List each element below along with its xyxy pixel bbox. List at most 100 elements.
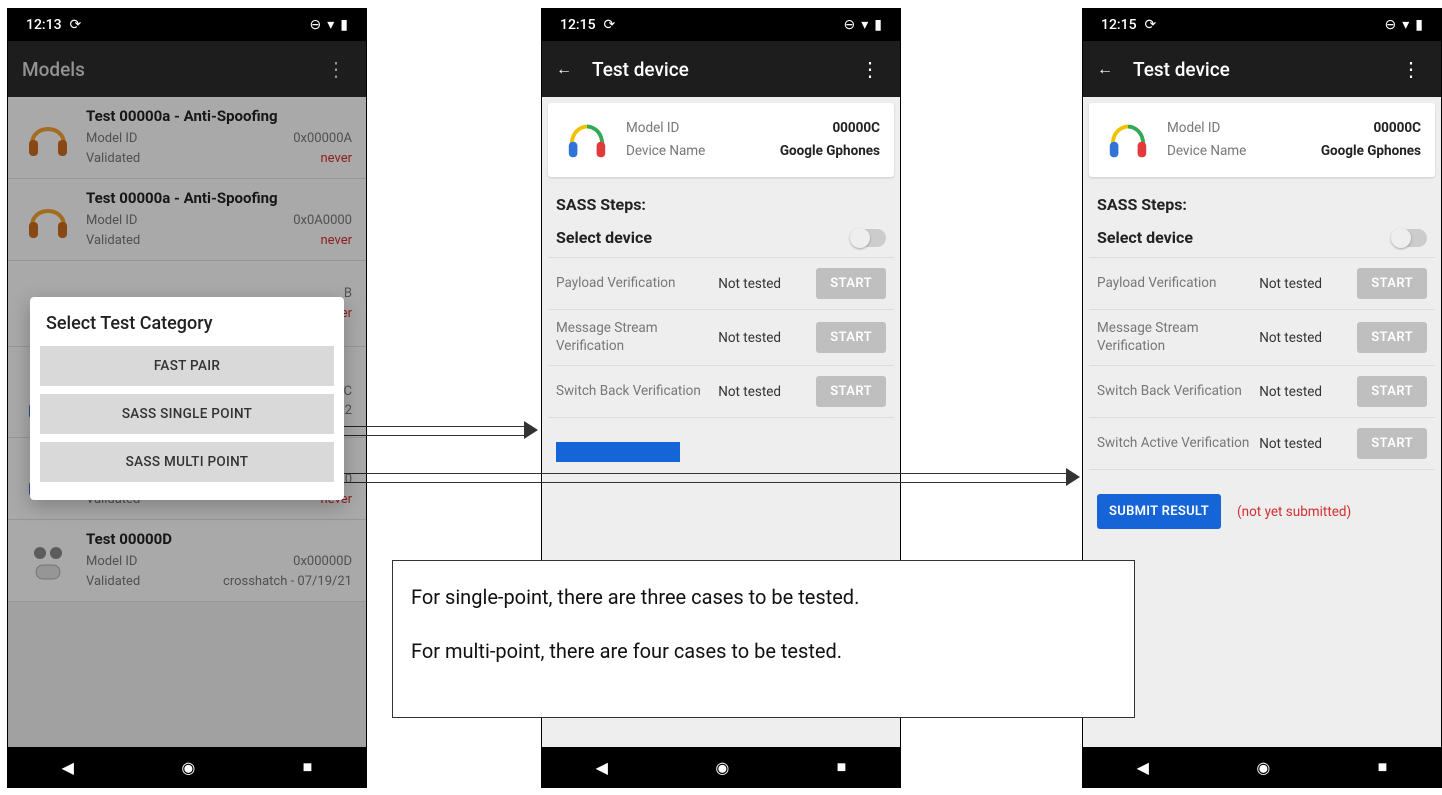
model-item: Test 00000D Model ID0x00000D Validatedcr… (8, 520, 366, 602)
phone-models: 12:13 ⟳ ⊖ ▾ ▮ Models ⋮ Test 00000a - Ant… (7, 8, 367, 788)
submit-row: SUBMIT RESULT x (556, 442, 886, 462)
model-item: Test 00000a - Anti-Spoofing Model ID0x0A… (8, 179, 366, 261)
test-row: Payload Verification Not tested START (548, 257, 894, 310)
android-nav-bar: ◀ ◉ ■ (8, 747, 366, 787)
nav-home-icon[interactable]: ◉ (715, 758, 729, 777)
start-button[interactable]: START (816, 322, 886, 353)
model-id-label: Model ID (626, 117, 679, 140)
sass-steps-title: SASS Steps: (556, 195, 886, 214)
phone-test-device-multi: 12:15 ⟳ ⊖ ▾ ▮ ← Test device ⋮ Model ID00… (1082, 8, 1442, 788)
battery-icon: ▮ (1415, 17, 1423, 33)
fast-pair-button[interactable]: FAST PAIR (40, 346, 334, 386)
overflow-menu-icon[interactable]: ⋮ (1395, 51, 1427, 87)
model-name: Test 00000a - Anti-Spoofing (86, 189, 352, 207)
note-line-2: For multi-point, there are four cases to… (411, 637, 1116, 665)
dnd-icon: ⊖ (844, 17, 856, 33)
nav-recent-icon[interactable]: ■ (837, 757, 847, 777)
sass-single-point-button[interactable]: SASS SINGLE POINT (40, 394, 334, 434)
sync-icon: ⟳ (1145, 17, 1157, 33)
test-row: Message Stream Verification Not tested S… (548, 310, 894, 366)
test-row: Payload Verification Not tested START (1089, 257, 1435, 310)
sass-steps-title: SASS Steps: (1097, 195, 1427, 214)
test-name: Payload Verification (556, 275, 710, 293)
android-nav-bar: ◀ ◉ ■ (1083, 747, 1441, 787)
back-arrow-icon[interactable]: ← (1097, 59, 1113, 79)
battery-icon: ▮ (874, 17, 882, 33)
status-bar: 12:13 ⟳ ⊖ ▾ ▮ (8, 9, 366, 41)
earbuds-icon (22, 535, 74, 587)
sync-icon: ⟳ (70, 17, 82, 33)
start-button[interactable]: START (816, 268, 886, 299)
annotation-note: For single-point, there are three cases … (392, 560, 1135, 718)
model-id-label: Model ID (86, 129, 137, 149)
start-button[interactable]: START (1357, 268, 1427, 299)
arrow-multi-to-phone3 (332, 470, 1080, 484)
status-time: 12:15 (1101, 17, 1137, 33)
nav-recent-icon[interactable]: ■ (1378, 757, 1388, 777)
select-test-category-dialog: Select Test Category FAST PAIR SASS SING… (30, 297, 344, 500)
headphones-icon (562, 115, 612, 165)
test-row: Switch Active Verification Not tested ST… (1089, 418, 1435, 470)
select-device-toggle[interactable] (1393, 229, 1427, 247)
sync-icon: ⟳ (604, 17, 616, 33)
nav-back-icon[interactable]: ◀ (596, 758, 608, 777)
nav-home-icon[interactable]: ◉ (1256, 758, 1270, 777)
overflow-menu-icon[interactable]: ⋮ (854, 51, 886, 87)
dnd-icon: ⊖ (1385, 17, 1397, 33)
submit-status: (not yet submitted) (1237, 504, 1351, 520)
overflow-menu-icon[interactable]: ⋮ (320, 51, 352, 87)
test-row: Message Stream Verification Not tested S… (1089, 310, 1435, 366)
note-line-1: For single-point, there are three cases … (411, 583, 1116, 611)
wifi-icon: ▾ (1402, 17, 1409, 33)
headphones-icon (1103, 115, 1153, 165)
dialog-title: Select Test Category (46, 313, 328, 334)
nav-home-icon[interactable]: ◉ (181, 758, 195, 777)
select-device-toggle[interactable] (852, 229, 886, 247)
model-id-value: 00000C (832, 117, 880, 140)
status-time: 12:15 (560, 17, 596, 33)
start-button[interactable]: START (1357, 322, 1427, 353)
headphones-icon (22, 112, 74, 164)
page-title: Test device (592, 58, 834, 81)
status-bar: 12:15 ⟳ ⊖ ▾ ▮ (542, 9, 900, 41)
device-name-value: Google Gphones (780, 140, 880, 163)
start-button[interactable]: START (1357, 376, 1427, 407)
start-button[interactable]: START (1357, 428, 1427, 459)
submit-row: SUBMIT RESULT (not yet submitted) (1097, 494, 1427, 529)
model-item: Test 00000a - Anti-Spoofing Model ID 0x00… (8, 97, 366, 179)
test-status: Not tested (718, 276, 808, 292)
validated-value: never (320, 149, 352, 169)
battery-icon: ▮ (340, 17, 348, 33)
select-device-label: Select device (556, 228, 652, 247)
submit-result-button[interactable]: SUBMIT RESULT (556, 442, 680, 462)
nav-recent-icon[interactable]: ■ (303, 757, 313, 777)
dnd-icon: ⊖ (310, 17, 322, 33)
android-nav-bar: ◀ ◉ ■ (542, 747, 900, 787)
app-bar: Models ⋮ (8, 41, 366, 97)
page-title: Test device (1133, 58, 1375, 81)
model-name: Test 00000a - Anti-Spoofing (86, 107, 352, 125)
device-name-label: Device Name (626, 140, 705, 163)
start-button[interactable]: START (816, 376, 886, 407)
test-row: Switch Back Verification Not tested STAR… (1089, 366, 1435, 418)
test-device-body: Model ID00000C Device NameGoogle Gphones… (1083, 97, 1441, 747)
status-bar: 12:15 ⟳ ⊖ ▾ ▮ (1083, 9, 1441, 41)
headphones-icon (22, 194, 74, 246)
app-bar: ← Test device ⋮ (1083, 41, 1441, 97)
page-title: Models (22, 58, 300, 81)
nav-back-icon[interactable]: ◀ (62, 758, 74, 777)
arrow-single-to-phone2 (332, 423, 538, 437)
device-info-card: Model ID00000C Device NameGoogle Gphones (1089, 103, 1435, 177)
sass-multi-point-button[interactable]: SASS MULTI POINT (40, 442, 334, 482)
submit-result-button[interactable]: SUBMIT RESULT (1097, 494, 1221, 529)
back-arrow-icon[interactable]: ← (556, 59, 572, 79)
app-bar: ← Test device ⋮ (542, 41, 900, 97)
select-device-label: Select device (1097, 228, 1193, 247)
wifi-icon: ▾ (861, 17, 868, 33)
validated-label: Validated (86, 149, 140, 169)
test-row: Switch Back Verification Not tested STAR… (548, 366, 894, 418)
nav-back-icon[interactable]: ◀ (1137, 758, 1149, 777)
device-info-card: Model ID 00000C Device Name Google Gphones (548, 103, 894, 177)
status-time: 12:13 (26, 17, 62, 33)
model-id-value: 0x00000A (293, 129, 352, 149)
